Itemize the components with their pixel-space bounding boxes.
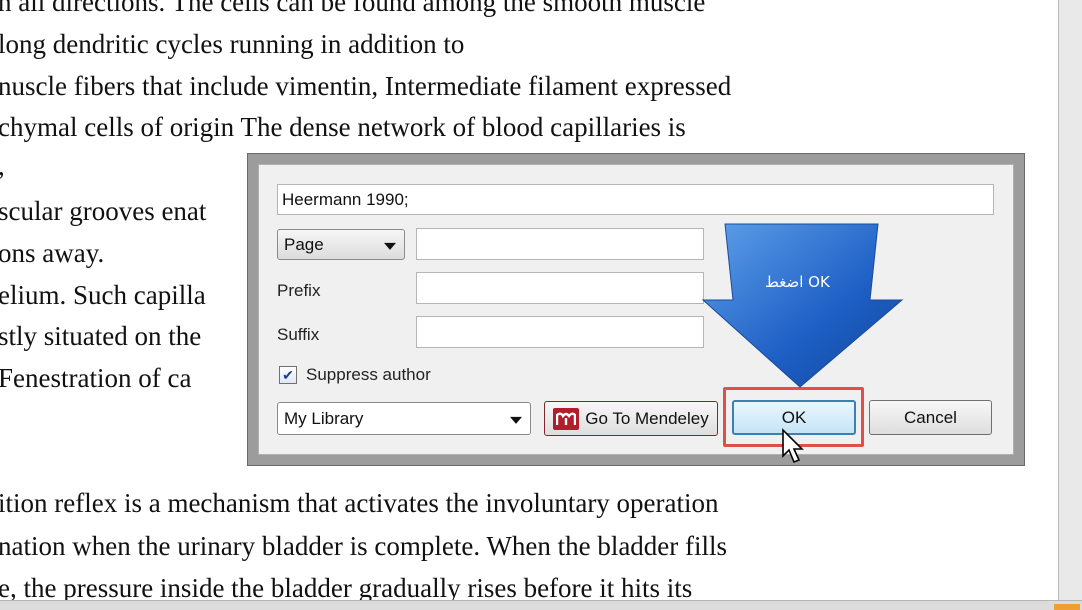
status-accent (1054, 604, 1080, 610)
document-line: nuscle fibers that include vimentin, Int… (0, 71, 732, 101)
document-line: scular grooves enat (0, 196, 207, 226)
document-line: ition reflex is a mechanism that activat… (0, 488, 719, 518)
cancel-button[interactable]: Cancel (869, 400, 992, 435)
document-line: chymal cells of origin The dense network… (0, 112, 686, 142)
suppress-author-checkbox[interactable]: ✔ (279, 366, 297, 384)
document-line: nation when the urinary bladder is compl… (0, 531, 728, 561)
chevron-down-icon (510, 416, 522, 424)
library-select-label: My Library (284, 408, 364, 428)
document-line: n all directions. The cells can be found… (0, 0, 706, 17)
citation-field[interactable]: Heermann 1990; (277, 184, 994, 215)
arrow-down-icon (701, 223, 904, 388)
document-line: Fenestration of ca (0, 363, 192, 393)
go-to-mendeley-button[interactable]: Go To Mendeley (544, 401, 718, 436)
prefix-label: Prefix (277, 281, 321, 300)
cancel-button-label: Cancel (904, 407, 957, 427)
checkmark-icon: ✔ (282, 367, 294, 383)
locator-type-select[interactable]: Page (277, 229, 405, 260)
bottom-status-strip (0, 600, 1082, 610)
mendeley-logo-icon (553, 407, 580, 430)
callout-text: اضغط OK (765, 273, 830, 291)
suppress-author-label: Suppress author (306, 365, 431, 384)
chevron-down-icon (384, 242, 396, 250)
library-select[interactable]: My Library (277, 402, 531, 435)
suffix-field[interactable] (416, 316, 704, 348)
document-line: stly situated on the (0, 321, 202, 351)
vertical-scrollbar[interactable] (1058, 0, 1082, 610)
prefix-field[interactable] (416, 272, 704, 304)
mouse-pointer-icon (782, 428, 804, 464)
go-to-mendeley-label: Go To Mendeley (585, 408, 709, 428)
document-line: long dendritic cycles running in additio… (0, 29, 465, 59)
document-line: , (0, 150, 5, 182)
document-line: elium. Such capilla (0, 280, 206, 310)
document-line: ons away. (0, 238, 105, 268)
locator-field[interactable] (416, 228, 704, 260)
suffix-label: Suffix (277, 325, 320, 344)
locator-type-label: Page (284, 234, 324, 254)
